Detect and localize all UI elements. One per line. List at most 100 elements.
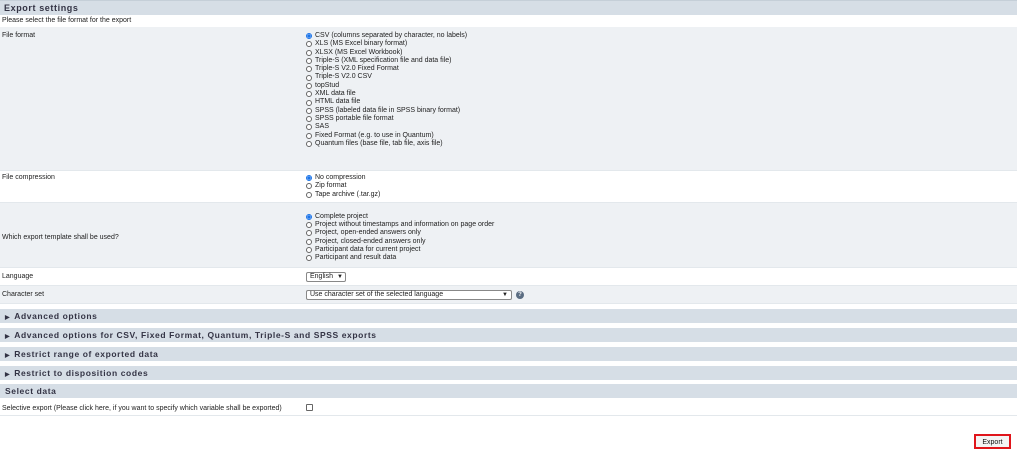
option-triple-s[interactable]: Triple-S (XML specification file and dat… <box>306 57 1017 65</box>
language-row: Language English ▼ <box>0 268 1017 286</box>
radio-open-ended[interactable] <box>306 230 312 237</box>
section-title: Restrict to disposition codes <box>14 368 149 378</box>
radio-fixed-format[interactable] <box>306 132 312 139</box>
radio-triple-s-fixed[interactable] <box>306 66 312 73</box>
export-settings-header: Export settings <box>0 0 1017 15</box>
option-label: topStud <box>315 81 340 89</box>
file-compression-options: No compression Zip format Tape archive (… <box>306 174 1017 202</box>
option-participant-data[interactable]: Participant data for current project <box>306 246 1017 254</box>
option-csv[interactable]: CSV (columns separated by character, no … <box>306 32 1017 40</box>
radio-xls[interactable] <box>306 41 312 48</box>
restrict-disposition-section[interactable]: ▶ Restrict to disposition codes <box>0 366 1017 380</box>
radio-topstud[interactable] <box>306 82 312 89</box>
option-label: Participant and result data <box>315 254 397 262</box>
option-open-ended[interactable]: Project, open-ended answers only <box>306 229 1017 237</box>
radio-participant-result[interactable] <box>306 255 312 262</box>
option-label: CSV (columns separated by character, no … <box>315 32 468 39</box>
radio-xlsx[interactable] <box>306 49 312 56</box>
template-row: Which export template shall be used? Com… <box>0 203 1017 268</box>
option-label: XML data file <box>315 90 356 98</box>
selective-export-label: Selective export (Please click here, if … <box>2 404 282 412</box>
radio-closed-ended[interactable] <box>306 238 312 245</box>
option-label: Project, open-ended answers only <box>315 229 421 237</box>
radio-xml[interactable] <box>306 91 312 98</box>
radio-spss-portable[interactable] <box>306 116 312 123</box>
export-button[interactable]: Export <box>974 434 1011 449</box>
language-select[interactable]: English ▼ <box>306 271 346 282</box>
file-compression-row: File compression No compression Zip form… <box>0 171 1017 203</box>
charset-label: Character set <box>2 291 45 298</box>
select-data-header: Select data <box>0 384 1017 398</box>
charset-select[interactable]: Use character set of the selected langua… <box>306 289 512 300</box>
chevron-down-icon: ▼ <box>502 291 508 298</box>
option-label: Triple-S (XML specification file and dat… <box>315 56 452 64</box>
option-tar[interactable]: Tape archive (.tar.gz) <box>306 191 1017 199</box>
option-sas[interactable]: SAS <box>306 123 1017 131</box>
export-page: Export settings Please select the file f… <box>0 0 1017 453</box>
option-label: Participant data for current project <box>315 245 421 253</box>
section-title: Advanced options <box>14 311 98 321</box>
option-label: XLSX (MS Excel Workbook) <box>315 48 403 56</box>
radio-html[interactable] <box>306 99 312 106</box>
option-xlsx[interactable]: XLSX (MS Excel Workbook) <box>306 49 1017 57</box>
help-icon[interactable]: ? <box>516 290 524 299</box>
radio-participant-data[interactable] <box>306 246 312 253</box>
radio-sas[interactable] <box>306 124 312 131</box>
option-label: SPSS portable file format <box>315 114 394 122</box>
option-label: Triple-S V2.0 Fixed Format <box>315 65 399 73</box>
charset-row: Character set Use character set of the s… <box>0 286 1017 304</box>
radio-tar[interactable] <box>306 191 312 198</box>
option-label: SAS <box>315 123 330 131</box>
option-closed-ended[interactable]: Project, closed-ended answers only <box>306 238 1017 246</box>
radio-complete-project[interactable] <box>306 213 312 220</box>
option-xls[interactable]: XLS (MS Excel binary format) <box>306 40 1017 48</box>
option-label: Zip format <box>315 182 347 190</box>
option-label: Tape archive (.tar.gz) <box>315 190 381 198</box>
option-html[interactable]: HTML data file <box>306 98 1017 106</box>
template-options: Complete project Project without timesta… <box>306 213 1017 263</box>
option-topstud[interactable]: topStud <box>306 82 1017 90</box>
option-label: Project, closed-ended answers only <box>315 237 426 245</box>
option-fixed-format[interactable]: Fixed Format (e.g. to use in Quantum) <box>306 132 1017 140</box>
option-spss-portable[interactable]: SPSS portable file format <box>306 115 1017 123</box>
file-format-label: File format <box>2 32 36 39</box>
option-spss[interactable]: SPSS (labeled data file in SPSS binary f… <box>306 107 1017 115</box>
chevron-down-icon: ▼ <box>336 273 343 280</box>
option-label: SPSS (labeled data file in SPSS binary f… <box>315 106 461 114</box>
option-no-timestamps[interactable]: Project without timestamps and informati… <box>306 221 1017 229</box>
option-label: XLS (MS Excel binary format) <box>315 40 408 48</box>
option-participant-result[interactable]: Participant and result data <box>306 254 1017 262</box>
option-triple-s-fixed[interactable]: Triple-S V2.0 Fixed Format <box>306 65 1017 73</box>
option-label: Fixed Format (e.g. to use in Quantum) <box>315 131 434 139</box>
option-quantum[interactable]: Quantum files (base file, tab file, axis… <box>306 140 1017 148</box>
file-format-row: File format CSV (columns separated by ch… <box>0 27 1017 171</box>
option-label: Triple-S V2.0 CSV <box>315 73 372 81</box>
export-instruction: Please select the file format for the ex… <box>0 15 1017 27</box>
radio-spss[interactable] <box>306 107 312 114</box>
radio-no-timestamps[interactable] <box>306 222 312 229</box>
radio-zip[interactable] <box>306 183 312 190</box>
expand-triangle-icon: ▶ <box>5 334 11 340</box>
option-no-compression[interactable]: No compression <box>306 174 1017 182</box>
option-label: No compression <box>315 174 366 181</box>
selective-export-checkbox[interactable] <box>306 403 313 411</box>
option-label: Quantum files (base file, tab file, axis… <box>315 139 443 147</box>
file-compression-label: File compression <box>2 174 55 181</box>
file-format-options: CSV (columns separated by character, no … <box>306 32 1017 170</box>
advanced-options-section[interactable]: ▶ Advanced options <box>0 309 1017 323</box>
expand-triangle-icon: ▶ <box>5 372 11 378</box>
option-complete-project[interactable]: Complete project <box>306 213 1017 221</box>
option-label: HTML data file <box>315 98 361 106</box>
option-label: Complete project <box>315 212 368 220</box>
option-xml[interactable]: XML data file <box>306 90 1017 98</box>
radio-no-compression[interactable] <box>306 175 312 182</box>
advanced-csv-options-section[interactable]: ▶ Advanced options for CSV, Fixed Format,… <box>0 328 1017 342</box>
radio-quantum[interactable] <box>306 141 312 147</box>
radio-triple-s[interactable] <box>306 58 312 65</box>
radio-csv[interactable] <box>306 33 312 40</box>
selective-export-row: Selective export (Please click here, if … <box>0 401 1017 416</box>
radio-triple-s-csv[interactable] <box>306 74 312 81</box>
restrict-range-section[interactable]: ▶ Restrict range of exported data <box>0 347 1017 361</box>
option-triple-s-csv[interactable]: Triple-S V2.0 CSV <box>306 73 1017 81</box>
option-zip[interactable]: Zip format <box>306 182 1017 190</box>
